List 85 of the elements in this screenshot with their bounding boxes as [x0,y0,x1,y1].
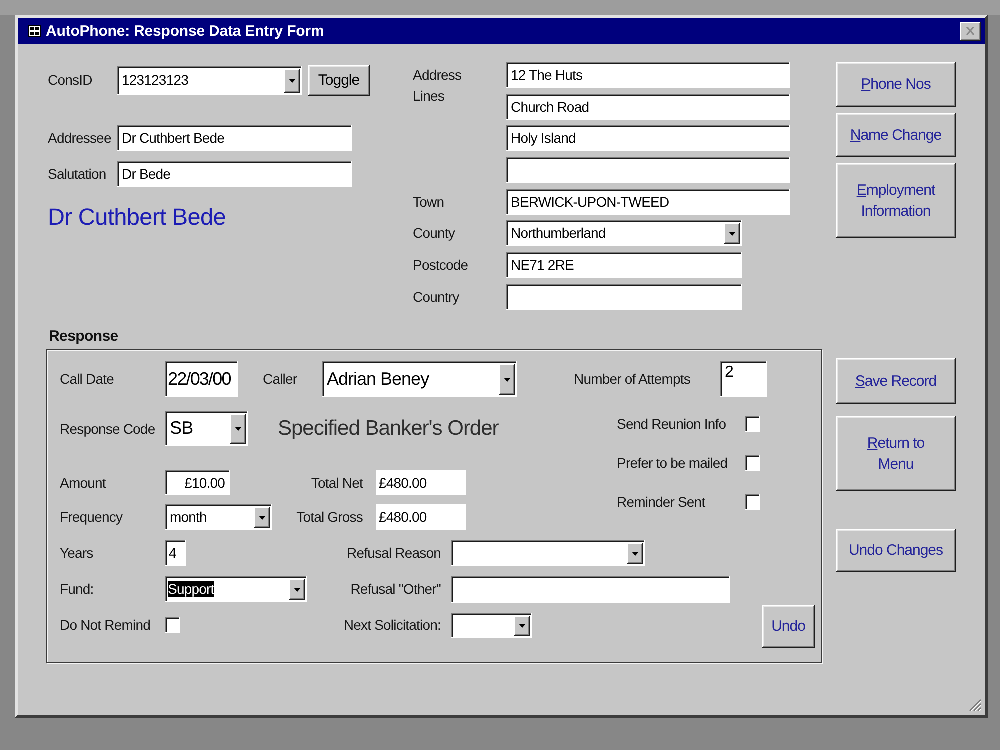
frequency-label: Frequency [60,509,124,525]
checkbox[interactable] [745,416,760,432]
postcode-field[interactable]: NE71 2RE [506,252,742,278]
country-field[interactable] [506,284,742,310]
dropdown-button[interactable] [627,543,643,564]
toggle-button[interactable]: Toggle [308,64,370,96]
close-button[interactable] [960,22,981,40]
amount-field[interactable]: £10.00 [165,470,230,495]
total-gross-field: £480.00 [376,504,466,530]
window-title: AutoPhone: Response Data Entry Form [46,22,324,40]
employment-info-button[interactable]: Employment Information [836,163,956,238]
send-reunion-info-label: Send Reunion Info [617,416,728,432]
town-label: Town [413,194,446,210]
refusal-reason-label: Refusal Reason [346,545,442,561]
call-date-field[interactable]: 22/03/00 [165,361,238,397]
response-description: Specified Banker's Order [278,416,499,440]
dropdown-button[interactable] [499,364,515,395]
dropdown-button[interactable] [724,223,740,244]
call-date-label: Call Date [60,371,115,387]
checkbox[interactable] [745,494,760,510]
caret-icon [632,552,638,556]
address-line-field[interactable] [506,157,790,184]
undo-button[interactable]: Undo [762,605,815,648]
caret-icon [258,516,266,520]
addressee-label: Addressee [48,130,112,146]
caret-icon [504,378,510,382]
total-net-label: Total Net [310,474,364,490]
dropdown-button[interactable] [254,507,270,528]
address-line-field[interactable]: Holy Island [506,125,790,152]
county-combo[interactable]: Northumberland [506,220,742,246]
caller-combo[interactable]: Adrian Beney [322,361,517,397]
fund-combo[interactable]: Support [165,576,307,602]
caller-label: Caller [263,371,298,387]
consid-label: ConsID [48,72,94,88]
country-label: Country [413,288,460,305]
frequency-combo[interactable]: month [165,504,272,530]
dropdown-button[interactable] [230,414,246,444]
reminder-sent-label: Reminder Sent [617,494,706,510]
next-solicitation-label: Next Solicitation: [342,617,442,633]
return-to-menu-button[interactable]: Return to Menu [836,416,956,491]
response-code-combo[interactable]: SB [165,411,248,446]
caret-icon [728,232,736,236]
prefer-mailed-label: Prefer to be mailed [617,455,729,471]
amount-label: Amount [60,474,108,490]
attempts-field[interactable]: 2 [720,361,767,397]
address-line-field[interactable]: Church Road [506,94,790,120]
town-field[interactable]: BERWICK-UPON-TWEED [506,188,790,215]
caret-icon [294,588,300,592]
refusal-reason-combo[interactable] [451,540,645,566]
resize-grip-icon[interactable] [969,699,982,712]
undo-changes-button[interactable]: Undo Changes [836,529,956,572]
total-gross-label: Total Gross [296,509,364,525]
section-heading: Response [49,327,120,347]
years-field[interactable]: 4 [165,540,186,566]
refusal-other-field[interactable] [451,576,730,602]
postcode-label: Postcode [413,257,470,274]
dropdown-button[interactable] [284,68,300,92]
addressee-field[interactable]: Dr Cuthbert Bede [117,125,352,151]
caret-icon [234,427,242,431]
refusal-other-label: Refusal "Other" [350,581,442,597]
address-label: Address Lines [413,66,463,106]
dropdown-button[interactable] [289,579,305,600]
salutation-field[interactable]: Dr Bede [117,161,352,187]
county-label: County [413,225,456,242]
form-icon [28,25,41,37]
do-not-remind-label: Do Not Remind [60,617,152,633]
fund-label: Fund: [60,581,95,597]
save-record-button[interactable]: Save Record [836,358,956,404]
close-icon [966,27,975,35]
consid-combo[interactable]: 123123123 [117,66,302,94]
phone-nos-button[interactable]: Phone Nos [836,62,956,107]
caret-icon [288,78,296,82]
checkbox[interactable] [165,617,180,633]
total-net-field: £480.00 [376,470,466,495]
years-label: Years [60,545,94,561]
address-line-field[interactable]: 12 The Huts [506,62,790,88]
checkbox[interactable] [745,455,760,471]
contact-name: Dr Cuthbert Bede [48,203,228,231]
dropdown-button[interactable] [514,616,530,636]
response-code-label: Response Code [60,420,156,436]
name-change-button[interactable]: Name Change [836,113,956,157]
next-solicitation-combo[interactable] [451,612,532,638]
attempts-label: Number of Attempts [574,371,692,387]
salutation-label: Salutation [48,166,108,182]
caret-icon [518,624,526,628]
